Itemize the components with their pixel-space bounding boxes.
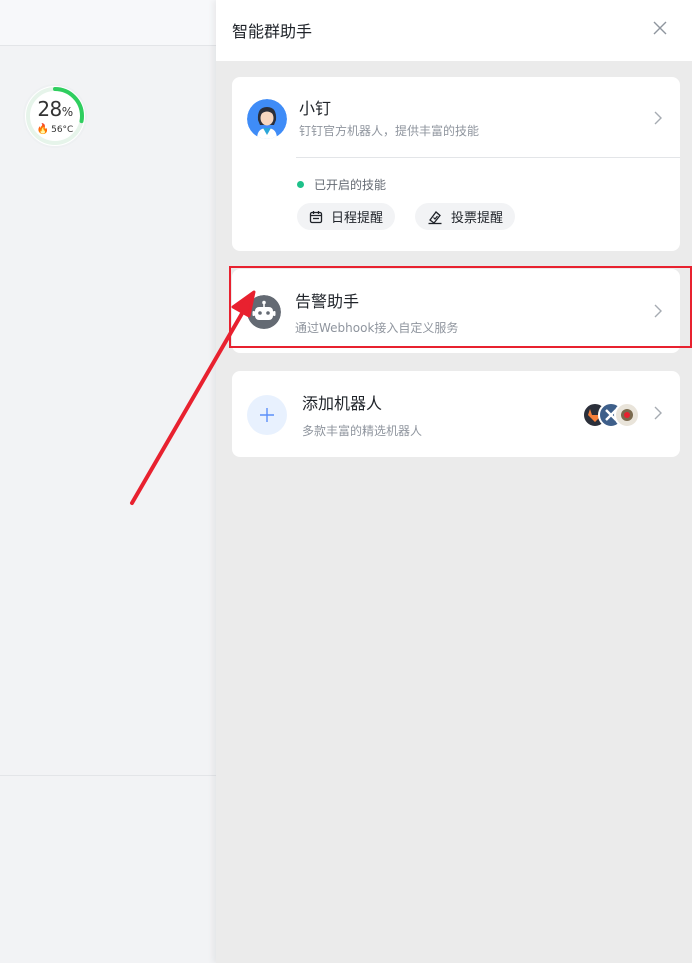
- xiaoding-name: 小钉: [299, 99, 332, 118]
- gauge-temperature: 🔥 56°C: [36, 124, 74, 135]
- alert-assistant-avatar: [247, 295, 281, 329]
- bot-card-alert-assistant[interactable]: 告警助手 通过Webhook接入自定义服务: [232, 269, 680, 353]
- add-bot-card[interactable]: 添加机器人 多款丰富的精选机器人: [232, 371, 680, 457]
- alert-assistant-name: 告警助手: [295, 292, 360, 311]
- left-topbar: [0, 0, 216, 46]
- close-icon: [653, 21, 667, 35]
- alert-assistant-chevron-right[interactable]: [650, 303, 666, 319]
- xiaoding-desc: 钉钉官方机器人，提供丰富的技能: [299, 124, 480, 138]
- left-pane: 28% 🔥 56°C: [0, 0, 216, 963]
- add-bot-chevron-right[interactable]: [650, 405, 666, 421]
- weather-bot-icon: [614, 402, 640, 428]
- panel-title: 智能群助手: [232, 22, 313, 41]
- skill-chip-vote-reminder[interactable]: 投票提醒: [415, 203, 516, 230]
- xiaoding-chevron-right[interactable]: [650, 110, 666, 126]
- flame-icon: 🔥: [36, 124, 50, 135]
- skill-chip-schedule-reminder[interactable]: 日程提醒: [297, 203, 396, 230]
- featured-bots-avatars: [582, 402, 642, 428]
- enabled-skills-label: 已开启的技能: [297, 176, 386, 193]
- alert-assistant-desc: 通过Webhook接入自定义服务: [295, 321, 459, 335]
- vote-icon: [428, 210, 442, 224]
- calendar-icon: [309, 210, 323, 223]
- chevron-right-icon: [654, 111, 662, 125]
- bot-card-xiaoding[interactable]: 小钉 钉钉官方机器人，提供丰富的技能 已开启的技能 日程提醒 投票提醒: [232, 77, 680, 251]
- close-button[interactable]: [648, 16, 672, 40]
- xiaoding-avatar: [247, 99, 287, 139]
- chevron-right-icon: [654, 406, 662, 420]
- xiaoding-avatar-icon: [247, 99, 287, 139]
- add-bot-title: 添加机器人: [302, 394, 383, 413]
- left-divider: [0, 775, 216, 776]
- panel-header: 智能群助手: [216, 0, 692, 61]
- add-bot-avatar: [247, 395, 287, 435]
- chevron-right-icon: [654, 304, 662, 318]
- plus-icon: [260, 408, 274, 422]
- card-divider: [296, 157, 680, 158]
- add-bot-desc: 多款丰富的精选机器人: [302, 424, 423, 438]
- robot-icon: [247, 295, 281, 329]
- gauge-percent: 28%: [37, 97, 73, 121]
- cpu-gauge: 28% 🔥 56°C: [22, 83, 88, 149]
- smart-assistant-panel: 智能群助手 小钉 钉钉官方机器人，提供丰富的技能 已开启的技能 日程提醒 投票提…: [216, 0, 692, 963]
- status-dot-icon: [297, 181, 304, 188]
